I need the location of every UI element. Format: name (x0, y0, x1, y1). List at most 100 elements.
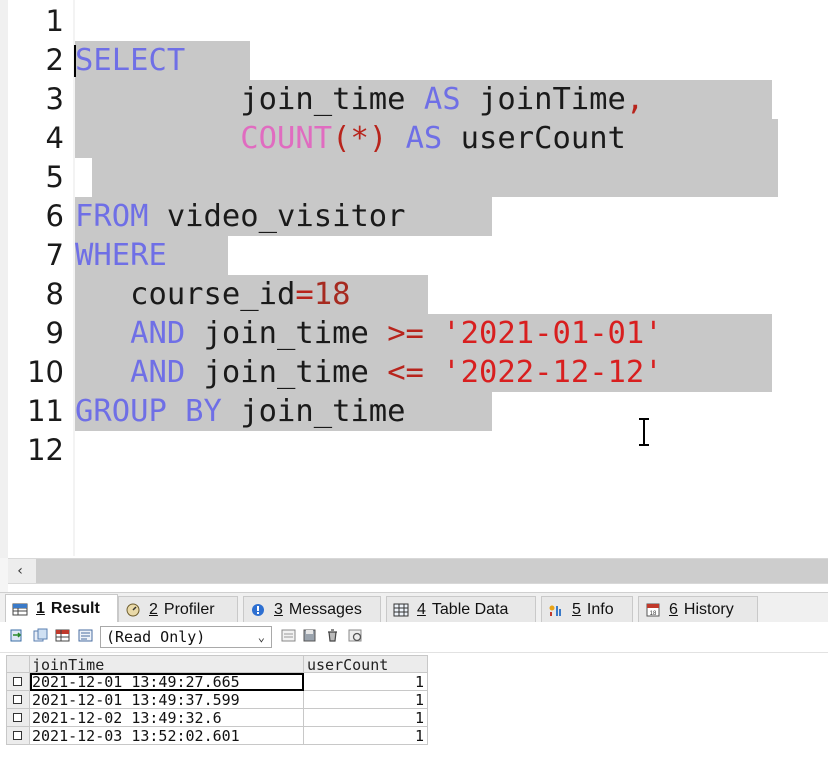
code-token: , (625, 82, 645, 117)
line-number: 2 (45, 43, 64, 77)
table-row[interactable]: 2021-12-03 13:52:02.601 1 (6, 727, 428, 745)
code-token: AND (130, 355, 186, 390)
line-number: 3 (45, 82, 64, 116)
code-token: AND (130, 316, 186, 351)
cell-usercount[interactable]: 1 (304, 727, 428, 745)
grid-corner[interactable] (6, 655, 30, 673)
code-token: 18 (313, 277, 351, 312)
copy-rows-icon[interactable] (33, 628, 48, 643)
grid-view-icon[interactable] (55, 628, 70, 643)
scrollbar-thumb[interactable] (36, 559, 828, 583)
code-token: joinTime (460, 82, 626, 117)
sql-editor[interactable]: 1 2 3 4 5 6 7 8 9 10 11 12 SELECT join_time AS join… (0, 0, 828, 558)
line-number: 1 (45, 4, 64, 38)
row-checkbox[interactable] (13, 677, 22, 686)
tab-label: Messages (288, 601, 362, 618)
tab-history[interactable]: 18 6 History (638, 596, 758, 623)
tab-info[interactable]: 5 Info (541, 596, 633, 623)
tab-shortcut: 6 (669, 601, 678, 618)
cell-usercount[interactable]: 1 (304, 709, 428, 727)
messages-icon (252, 604, 264, 616)
code-token: SELECT (75, 43, 186, 78)
line-number: 4 (45, 121, 64, 155)
code-line[interactable]: WHERE (75, 236, 167, 275)
save-icon[interactable] (302, 628, 317, 643)
code-line[interactable]: GROUP BY join_time (75, 392, 406, 431)
code-token: = (295, 277, 314, 312)
tab-shortcut: 4 (417, 601, 426, 618)
code-token: FROM (75, 199, 149, 234)
code-line[interactable]: AND join_time <= '2022-12-12' (75, 353, 663, 392)
line-number: 12 (27, 433, 64, 467)
tab-profiler[interactable]: 2 Profiler (118, 596, 238, 623)
result-tabs: 1 Result 2 Profiler 3 Messages 4 Table Data 5 Inf… (0, 592, 828, 623)
code-token: join_time (185, 316, 388, 351)
delete-icon[interactable] (325, 628, 340, 643)
text-caret (74, 45, 76, 77)
code-token: join_time (75, 82, 424, 117)
row-selector[interactable] (6, 727, 30, 745)
export-icon[interactable] (9, 628, 24, 643)
cell-jointime[interactable]: 2021-12-03 13:52:02.601 (30, 727, 304, 745)
ibeam-cursor-icon (639, 418, 649, 446)
form-view-icon[interactable] (78, 628, 93, 643)
refresh-icon[interactable] (348, 628, 363, 643)
result-grid-icon (12, 603, 28, 616)
code-token: video_visitor (148, 199, 406, 234)
line-number-gutter: 1 2 3 4 5 6 7 8 9 10 11 12 (8, 0, 73, 558)
info-icon (549, 605, 561, 616)
line-number: 7 (45, 238, 64, 272)
tab-shortcut: 3 (274, 601, 283, 618)
tab-messages[interactable]: 3 Messages (243, 596, 381, 623)
column-header-usercount[interactable]: userCount (304, 655, 428, 673)
code-line[interactable]: FROM video_visitor (75, 197, 406, 236)
code-token: <= (387, 355, 424, 390)
table-row[interactable]: 2021-12-01 13:49:37.599 1 (6, 691, 428, 709)
code-token: >= (387, 316, 424, 351)
code-token: '2022-12-12' (442, 355, 663, 390)
row-selector[interactable] (6, 673, 30, 691)
svg-text:18: 18 (650, 611, 657, 617)
cell-usercount[interactable]: 1 (304, 673, 428, 691)
chevron-down-icon: ⌄ (257, 630, 265, 644)
code-line[interactable]: join_time AS joinTime, (75, 80, 644, 119)
code-token: GROUP BY (75, 394, 222, 429)
row-selector[interactable] (6, 691, 30, 709)
selection-band (92, 158, 778, 197)
tab-shortcut: 1 (36, 600, 45, 617)
tab-label: Table Data (431, 601, 509, 618)
code-line[interactable]: COUNT(*) AS userCount (75, 119, 626, 158)
profiler-icon (126, 603, 140, 617)
scroll-left-arrow-icon[interactable]: ‹ (12, 561, 28, 581)
add-row-icon[interactable] (281, 628, 296, 643)
cell-jointime[interactable]: 2021-12-01 13:49:37.599 (30, 691, 304, 709)
horizontal-scrollbar[interactable]: ‹ (8, 558, 828, 584)
cell-jointime[interactable]: 2021-12-01 13:49:27.665 (30, 673, 304, 691)
row-checkbox[interactable] (13, 695, 22, 704)
code-line[interactable]: course_id=18 (75, 275, 350, 314)
row-selector[interactable] (6, 709, 30, 727)
tab-shortcut: 5 (572, 601, 581, 618)
row-checkbox[interactable] (13, 713, 22, 722)
table-row[interactable]: 2021-12-02 13:49:32.6 1 (6, 709, 428, 727)
code-token: AS (405, 121, 443, 156)
line-number: 10 (27, 355, 64, 389)
cell-jointime[interactable]: 2021-12-02 13:49:32.6 (30, 709, 304, 727)
line-number: 9 (45, 316, 64, 350)
tab-table-data[interactable]: 4 Table Data (386, 596, 536, 623)
column-header-jointime[interactable]: joinTime (30, 655, 304, 673)
cell-usercount[interactable]: 1 (304, 691, 428, 709)
tab-label: History (683, 601, 734, 618)
row-checkbox[interactable] (13, 731, 22, 740)
table-row[interactable]: 2021-12-01 13:49:27.665 1 (6, 673, 428, 691)
code-line[interactable]: SELECT (75, 41, 185, 80)
tab-result[interactable]: 1 Result (5, 594, 118, 623)
code-token: COUNT (240, 121, 333, 156)
code-line[interactable]: AND join_time >= '2021-01-01' (75, 314, 663, 353)
code-token: '2021-01-01' (442, 316, 663, 351)
edit-mode-select[interactable]: (Read Only) ⌄ (100, 626, 272, 648)
